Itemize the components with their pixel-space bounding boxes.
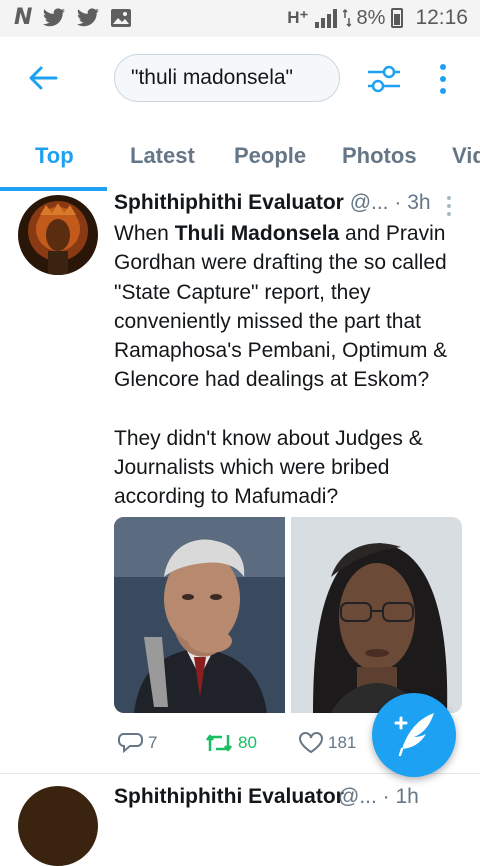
status-bar: N H⁺ 8% 12:16: [0, 0, 480, 37]
twitter-bird-icon: [77, 8, 100, 27]
tweet-menu-icon[interactable]: [444, 195, 454, 217]
tweet-card[interactable]: Sphithiphithi Evaluator @... · 3h When T…: [0, 191, 480, 773]
image-icon: [111, 9, 132, 27]
twitter-bird-icon: [43, 8, 66, 27]
heart-icon: [299, 732, 323, 754]
back-arrow-icon[interactable]: [26, 61, 60, 95]
tweet-photo-left[interactable]: [114, 517, 285, 713]
retweet-count: 80: [238, 733, 257, 752]
search-input[interactable]: "thuli madonsela": [114, 54, 340, 102]
tab-people[interactable]: People: [234, 143, 306, 169]
tweet-paragraph: They didn't know about Judges & Journali…: [114, 426, 423, 509]
tweet-photo-right[interactable]: [291, 517, 462, 713]
highlighted-term: Thuli Madonsela: [174, 222, 340, 245]
author-name[interactable]: Sphithiphithi Evaluator: [114, 785, 344, 809]
network-type: H⁺: [287, 8, 309, 27]
search-tabs: Top Latest People Photos Vid: [0, 121, 480, 192]
author-name[interactable]: Sphithiphithi Evaluator: [114, 191, 344, 214]
like-button[interactable]: 181: [298, 731, 356, 755]
tab-videos[interactable]: Vid: [452, 143, 480, 169]
compose-tweet-button[interactable]: [372, 693, 456, 777]
tweet-timestamp: 3h: [407, 191, 431, 214]
signal-icon: [314, 8, 337, 28]
filter-sliders-icon[interactable]: [366, 61, 402, 97]
retweet-icon: [206, 734, 232, 752]
more-vertical-icon[interactable]: [438, 63, 448, 95]
tweet-meta: @... · 1h: [338, 785, 419, 808]
search-header: "thuli madonsela": [0, 37, 480, 121]
avatar[interactable]: [18, 195, 98, 275]
n-notification-icon: N: [14, 5, 33, 30]
reply-count: 7: [148, 733, 158, 752]
like-count: 181: [328, 733, 357, 752]
clock: 12:16: [415, 6, 468, 29]
retweet-button[interactable]: 80: [204, 731, 257, 755]
notification-icons: N: [14, 6, 132, 30]
tweet-paragraph: When Thuli Madonsela and Pravin Gordhan …: [114, 222, 448, 392]
tab-photos[interactable]: Photos: [342, 143, 417, 169]
tweet-text: When Thuli Madonsela and Pravin Gordhan …: [114, 219, 464, 512]
tab-top[interactable]: Top: [35, 143, 74, 169]
battery-percent: 8%: [356, 6, 386, 29]
tweet-header: Sphithiphithi Evaluator @... · 3h: [114, 191, 454, 219]
data-arrows-icon: [342, 8, 351, 28]
reply-icon: [118, 733, 143, 754]
tweet-media: [114, 517, 462, 713]
author-handle[interactable]: @...: [350, 191, 389, 214]
tab-latest[interactable]: Latest: [130, 143, 195, 169]
separator-dot: ·: [394, 191, 402, 214]
reply-button[interactable]: 7: [118, 731, 157, 755]
status-indicators: H⁺ 8% 12:16: [287, 6, 468, 30]
compose-feather-icon: [394, 713, 434, 757]
battery-icon: [391, 8, 404, 28]
avatar[interactable]: [18, 786, 98, 866]
